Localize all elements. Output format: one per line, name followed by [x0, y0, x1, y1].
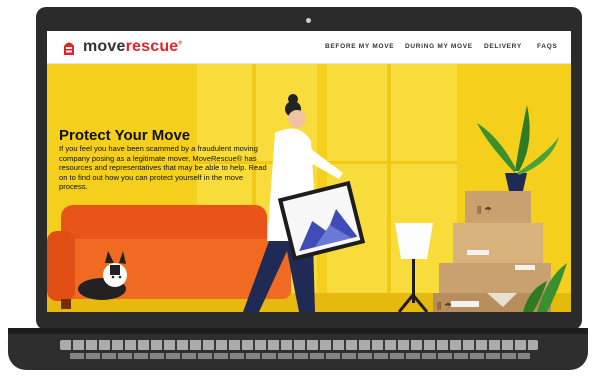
keyboard-keys-row [70, 353, 530, 359]
nav-before-my-move[interactable]: BEFORE MY MOVE [325, 43, 394, 50]
nav-during-my-move[interactable]: DURING MY MOVE [405, 43, 473, 50]
svg-text:⫼ ☂: ⫼ ☂ [477, 205, 492, 216]
nav-faqs[interactable]: FAQS [537, 43, 558, 50]
webcam [306, 18, 311, 23]
svg-text:⫼ ☂: ⫼ ☂ [437, 301, 452, 312]
laptop-base [8, 330, 588, 370]
moverescue-logo-icon[interactable] [61, 38, 77, 56]
keyboard-keys [60, 340, 538, 350]
hero-body-text: If you feel you have been scammed by a f… [59, 144, 267, 192]
nav-delivery[interactable]: DELIVERY [484, 43, 522, 50]
hero-title: Protect Your Move [59, 127, 191, 144]
browser-screen: ⫼ ☂ ⫼ ☂ moverescue® BEFORE MY MOVE DURIN… [47, 31, 571, 312]
logo-part-rescue: rescue [125, 38, 179, 55]
floor-lamp-illustration [395, 223, 433, 312]
registered-mark: ® [178, 40, 183, 47]
logo-wordmark[interactable]: moverescue® [83, 38, 182, 56]
person-carrying-painting-illustration [243, 94, 366, 312]
site-header: moverescue® BEFORE MY MOVE DURING MY MOV… [47, 31, 571, 64]
logo-part-move: move [83, 38, 126, 55]
laptop-hinge [8, 328, 588, 334]
potted-plant-illustration [477, 105, 559, 191]
